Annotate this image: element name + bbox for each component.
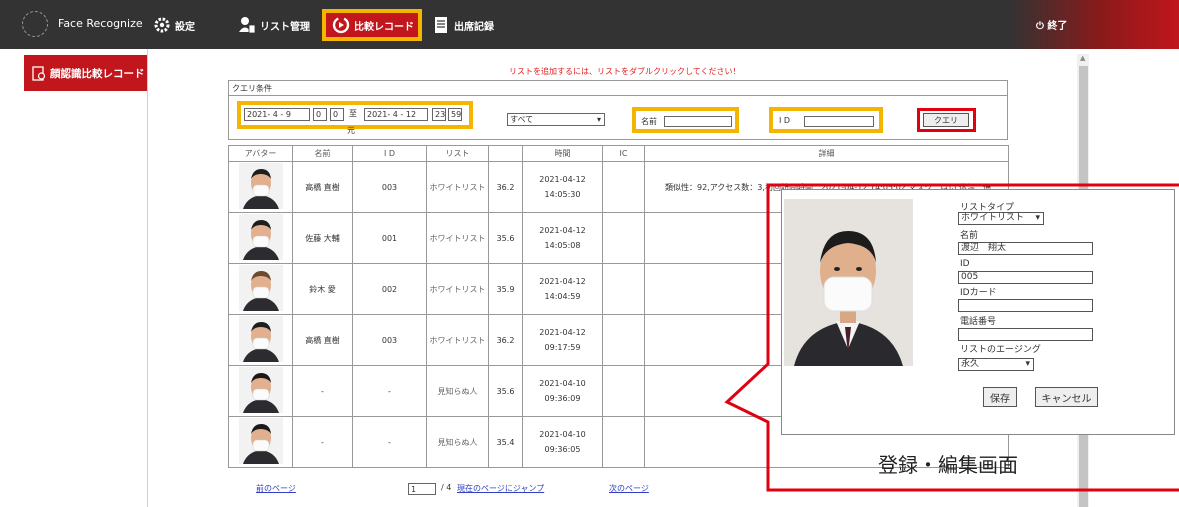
popup-caption: 登録・編集画面 xyxy=(878,453,1018,477)
callout-outline xyxy=(724,183,1179,492)
